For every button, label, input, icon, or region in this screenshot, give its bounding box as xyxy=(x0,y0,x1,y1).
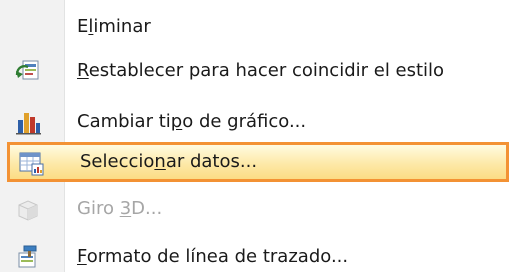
menu-item-cambiar-tipo-grafico[interactable]: Cambiar tipo de gráfico... xyxy=(0,101,516,143)
cube-3d-icon xyxy=(14,195,42,223)
bar-chart-icon xyxy=(14,108,42,136)
reset-style-icon xyxy=(14,57,42,85)
menu-item-label: Cambiar tipo de gráfico... xyxy=(77,111,307,132)
menu-item-restablecer-estilo[interactable]: Restablecer para hacer coincidir el esti… xyxy=(0,50,516,92)
menu-item-giro-3d[interactable]: Giro 3D... xyxy=(0,188,516,230)
select-data-icon xyxy=(17,149,45,177)
menu-item-label: Eliminar xyxy=(77,16,151,37)
menu-item-label: Restablecer para hacer coincidir el esti… xyxy=(77,60,445,81)
format-paint-icon xyxy=(14,243,42,271)
menu-item-seleccionar-datos[interactable]: Seleccionar datos... xyxy=(7,142,509,182)
context-menu: Eliminar Restablecer para hacer coincidi… xyxy=(0,0,516,272)
menu-item-eliminar[interactable]: Eliminar xyxy=(0,6,516,48)
menu-item-label: Seleccionar datos... xyxy=(80,151,258,172)
menu-item-label: Giro 3D... xyxy=(77,198,163,219)
